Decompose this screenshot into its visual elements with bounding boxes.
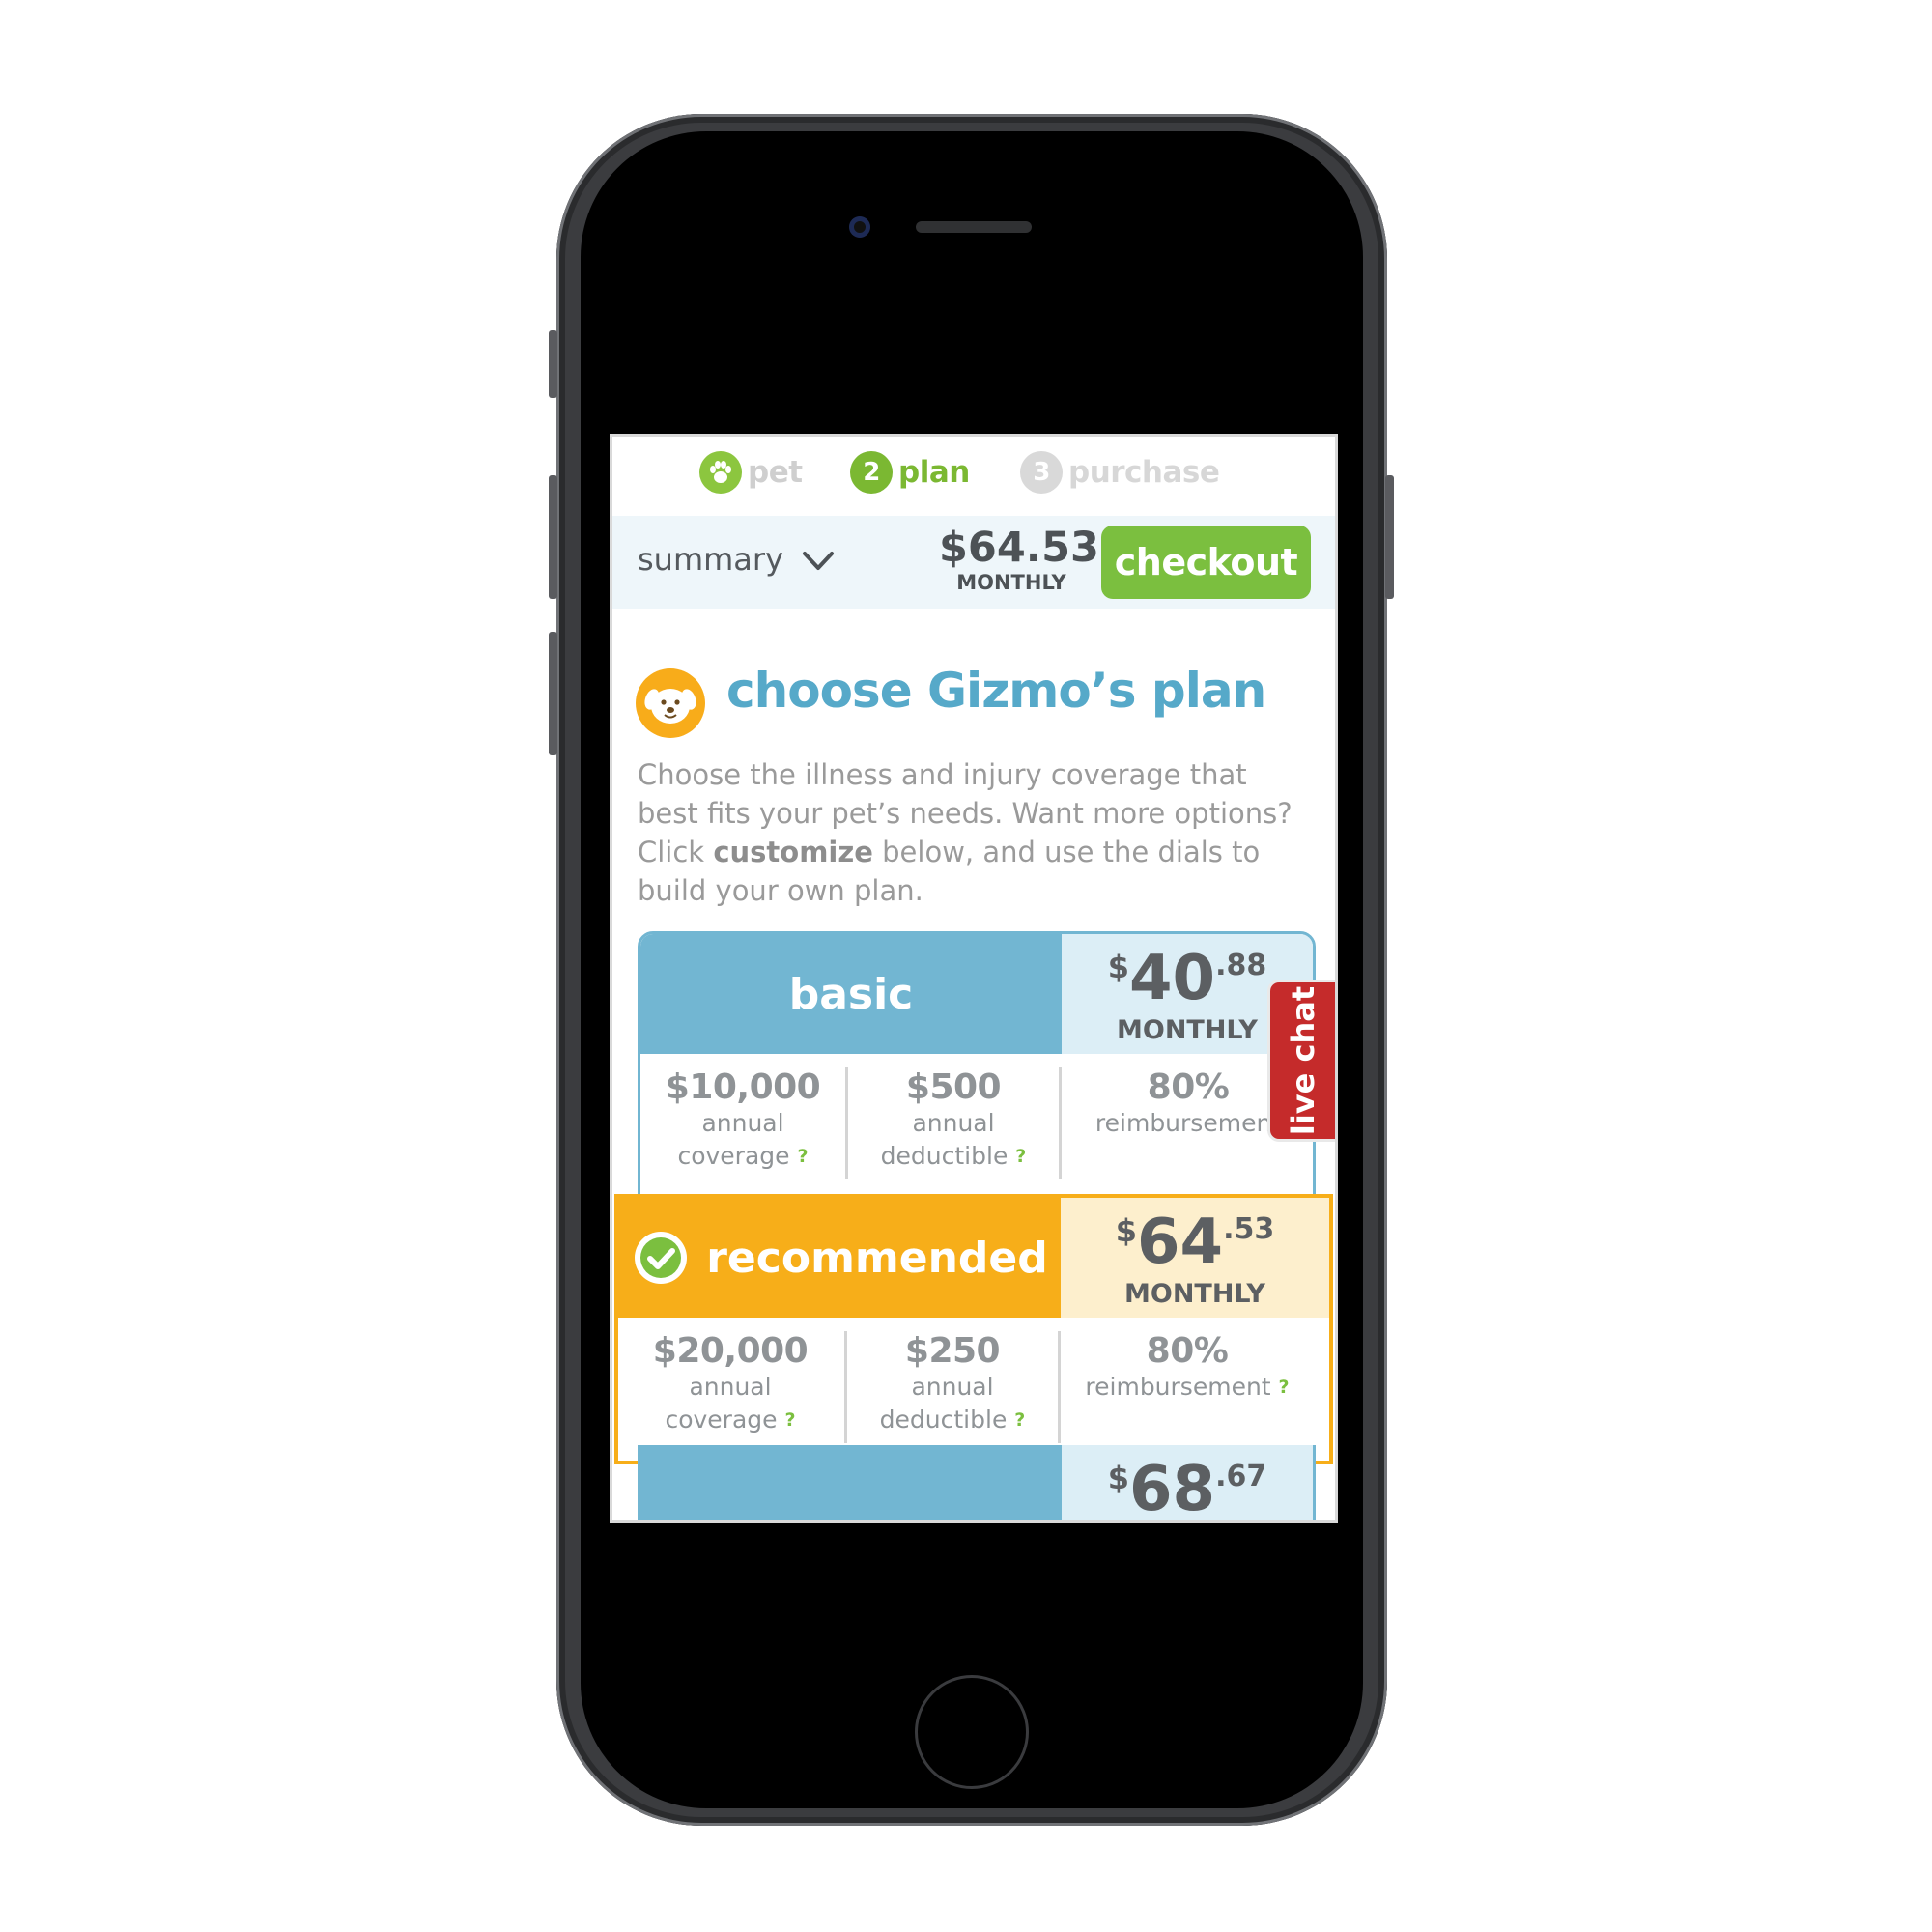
- summary-price-amount: $64.53: [939, 524, 1099, 572]
- step-plan[interactable]: 2 plan: [850, 450, 970, 495]
- help-icon[interactable]: ?: [1014, 1409, 1025, 1431]
- plan-basic-coverage-label-1: annual: [701, 1109, 784, 1137]
- help-icon[interactable]: ?: [1279, 1377, 1290, 1398]
- plan-recommended-name: recommended: [706, 1233, 1048, 1283]
- home-button[interactable]: [915, 1675, 1029, 1789]
- help-icon[interactable]: ?: [798, 1146, 809, 1167]
- plan-premier-header: premier: [640, 1445, 1062, 1520]
- earpiece-speaker: [916, 221, 1032, 233]
- plan-recommended-deductible: $250 annual deductible ?: [847, 1331, 1058, 1436]
- plan-recommended-deductible-value: $250: [904, 1331, 1001, 1371]
- plan-recommended-currency: $: [1115, 1212, 1138, 1249]
- plan-recommended-period: MONTHLY: [1124, 1279, 1265, 1309]
- plan-basic-deductible-value: $500: [905, 1067, 1002, 1107]
- step-purchase-number: 3: [1020, 451, 1063, 494]
- paw-icon: [699, 451, 742, 494]
- plan-premier-currency: $: [1107, 1460, 1130, 1496]
- plan-recommended-reimbursement: 80% reimbursement ?: [1061, 1331, 1314, 1404]
- page-title: choose Gizmo’s plan: [726, 663, 1266, 719]
- summary-bar: summary $64.53 MONTHLY checkout: [612, 516, 1335, 609]
- summary-price-period: MONTHLY: [956, 571, 1066, 594]
- mute-switch: [549, 330, 557, 398]
- step-pet-label: pet: [748, 455, 803, 490]
- step-purchase-label: purchase: [1068, 455, 1220, 490]
- progress-steps: pet 2 plan 3 purchase: [612, 437, 1335, 516]
- plan-basic-dollars: 40: [1129, 943, 1216, 1014]
- volume-down-button: [549, 632, 557, 755]
- step-purchase[interactable]: 3 purchase: [1020, 450, 1220, 495]
- plan-recommended-cents: .53: [1223, 1212, 1275, 1246]
- plan-recommended-reimb-value: 80%: [1146, 1331, 1229, 1371]
- step-pet[interactable]: pet: [699, 450, 803, 495]
- plan-card-basic[interactable]: basic $40.88 MONTHLY $10,000 annual cove…: [638, 931, 1316, 1221]
- plan-basic-currency: $: [1107, 949, 1130, 985]
- power-button: [1385, 475, 1394, 599]
- plan-basic-stats: $10,000 annual coverage ? $500 annual de…: [640, 1054, 1313, 1189]
- plan-premier-cents: .67: [1215, 1460, 1267, 1493]
- plan-recommended-deductible-label-2: deductible: [879, 1406, 1008, 1434]
- live-chat-label: live chat: [1284, 985, 1321, 1136]
- check-circle-icon: [635, 1232, 688, 1284]
- plan-basic-coverage: $10,000 annual coverage ?: [640, 1067, 845, 1173]
- plan-basic-coverage-value: $10,000: [665, 1067, 821, 1107]
- plan-card-premier[interactable]: premier $68.67: [638, 1445, 1316, 1520]
- plan-basic-header: basic: [640, 934, 1062, 1054]
- plan-recommended-coverage: $20,000 annual coverage ?: [618, 1331, 842, 1436]
- plan-basic-coverage-label-2: coverage: [677, 1142, 790, 1170]
- intro-customize: customize: [713, 836, 873, 868]
- volume-up-button: [549, 475, 557, 599]
- plan-card-recommended[interactable]: recommended $64.53 MONTHLY $20,000 annua…: [614, 1194, 1333, 1464]
- summary-toggle[interactable]: summary: [638, 541, 783, 578]
- plan-recommended-reimb-label: reimbursement: [1085, 1373, 1271, 1401]
- plan-basic-cents: .88: [1215, 949, 1267, 982]
- plan-premier-dollars: 68: [1129, 1454, 1216, 1520]
- front-camera: [849, 216, 870, 238]
- plan-basic-deductible: $500 annual deductible ?: [848, 1067, 1059, 1173]
- plan-recommended-dollars: 64: [1137, 1207, 1224, 1278]
- plan-recommended-stats: $20,000 annual coverage ? $250 annual de…: [618, 1318, 1329, 1453]
- live-chat-tab[interactable]: live chat: [1267, 980, 1335, 1142]
- chevron-down-icon[interactable]: [802, 547, 835, 576]
- plan-recommended-coverage-value: $20,000: [652, 1331, 809, 1371]
- plan-basic-deductible-label-1: annual: [912, 1109, 995, 1137]
- plan-recommended-header: recommended: [618, 1198, 1061, 1318]
- plan-recommended-price: $64.53 MONTHLY: [1061, 1198, 1329, 1318]
- help-icon[interactable]: ?: [785, 1409, 796, 1431]
- plan-basic-deductible-label-2: deductible: [880, 1142, 1009, 1170]
- plan-premier-price: $68.67: [1062, 1445, 1313, 1520]
- plan-basic-name: basic: [788, 969, 914, 1019]
- summary-price: $64.53 MONTHLY: [939, 524, 1099, 594]
- intro-text: Choose the illness and injury coverage t…: [638, 755, 1314, 910]
- step-plan-number: 2: [850, 451, 893, 494]
- checkout-button[interactable]: checkout: [1101, 526, 1311, 599]
- plan-recommended-coverage-label-1: annual: [689, 1373, 772, 1401]
- plan-recommended-deductible-label-1: annual: [911, 1373, 994, 1401]
- dog-icon: [636, 668, 705, 738]
- help-icon[interactable]: ?: [1015, 1146, 1026, 1167]
- screen: pet 2 plan 3 purchase summary $64.53 MON…: [610, 434, 1338, 1523]
- step-plan-label: plan: [898, 455, 970, 490]
- plan-recommended-coverage-label-2: coverage: [665, 1406, 778, 1434]
